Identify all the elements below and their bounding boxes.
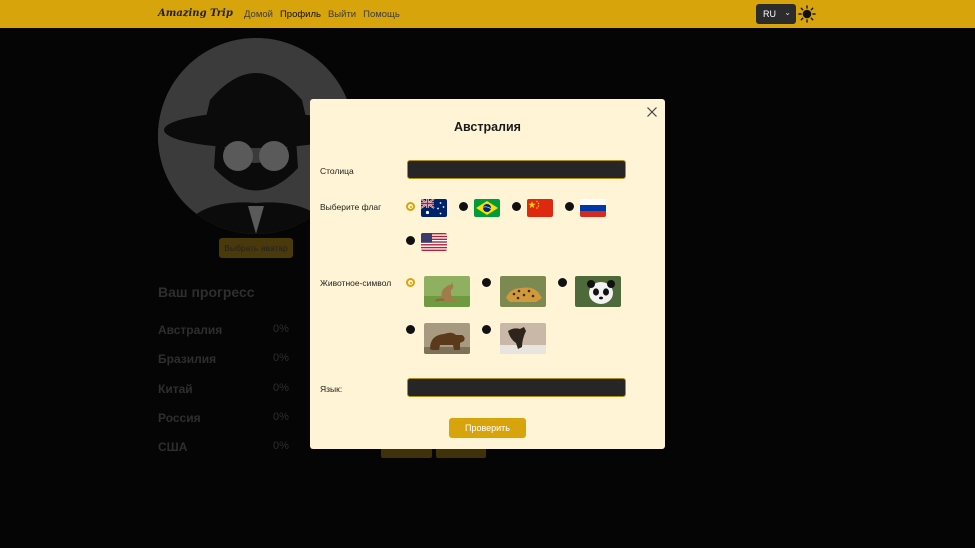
progress-percent: 0% xyxy=(273,352,289,364)
progress-country: Китай xyxy=(158,382,193,396)
language-value: RU xyxy=(763,9,776,19)
progress-country: США xyxy=(158,440,188,454)
animal-radio-kangaroo[interactable] xyxy=(406,278,415,287)
progress-row: Китай 0% xyxy=(158,382,298,396)
flag-radio-brazil[interactable] xyxy=(459,202,468,211)
progress-country: Россия xyxy=(158,411,201,425)
animal-radio-eagle[interactable] xyxy=(482,325,491,334)
brazil-flag-icon[interactable] xyxy=(474,199,500,217)
quiz-modal: Австралия Столица Выберите флаг Животное… xyxy=(310,99,665,449)
brown-bear-image[interactable] xyxy=(424,323,470,354)
language-input[interactable] xyxy=(407,378,626,397)
progress-title: Ваш прогресс xyxy=(158,284,255,300)
capital-input[interactable] xyxy=(407,160,626,179)
sun-icon[interactable] xyxy=(798,5,816,23)
modal-title: Австралия xyxy=(454,120,521,134)
progress-country: Бразилия xyxy=(158,352,217,366)
russia-flag-icon[interactable] xyxy=(580,199,606,217)
animal-radio-panda[interactable] xyxy=(558,278,567,287)
nav-link-home[interactable]: Домой xyxy=(244,9,273,20)
eagle-image[interactable] xyxy=(500,323,546,354)
progress-percent: 0% xyxy=(273,323,289,335)
progress-percent: 0% xyxy=(273,382,289,394)
progress-row: США 0% xyxy=(158,440,298,454)
flag-label: Выберите флаг xyxy=(320,202,382,212)
usa-flag-icon[interactable] xyxy=(421,233,447,251)
panda-image[interactable] xyxy=(575,276,621,307)
jaguar-image[interactable] xyxy=(500,276,546,307)
progress-country: Австралия xyxy=(158,323,223,337)
flag-radio-russia[interactable] xyxy=(565,202,574,211)
capital-label: Столица xyxy=(320,166,354,176)
top-navbar: Amazing Trip Домой Профиль Выйти Помощь … xyxy=(0,0,975,28)
progress-row: Австралия 0% xyxy=(158,323,298,337)
language-label: Язык: xyxy=(320,384,343,394)
australia-flag-icon[interactable] xyxy=(421,199,447,217)
animal-radio-jaguar[interactable] xyxy=(482,278,491,287)
progress-row: Бразилия 0% xyxy=(158,352,298,366)
animal-radio-bear[interactable] xyxy=(406,325,415,334)
nav-link-help[interactable]: Помощь xyxy=(363,9,400,20)
nav-links: Домой Профиль Выйти Помощь xyxy=(244,9,400,20)
progress-percent: 0% xyxy=(273,440,289,452)
nav-link-profile[interactable]: Профиль xyxy=(280,9,321,20)
choose-avatar-button: Выбрать аватар xyxy=(219,238,293,258)
china-flag-icon[interactable] xyxy=(527,199,553,217)
chevron-down-icon: ⌄ xyxy=(784,8,791,17)
flag-radio-china[interactable] xyxy=(512,202,521,211)
flag-radio-australia[interactable] xyxy=(406,202,415,211)
kangaroo-image[interactable] xyxy=(424,276,470,307)
flag-radio-usa[interactable] xyxy=(406,236,415,245)
nav-link-logout[interactable]: Выйти xyxy=(328,9,356,20)
animal-label: Животное-символ xyxy=(320,278,392,288)
close-icon[interactable] xyxy=(646,106,658,118)
check-button[interactable]: Проверить xyxy=(449,418,526,438)
app-logo[interactable]: Amazing Trip xyxy=(158,8,233,19)
progress-row: Россия 0% xyxy=(158,411,298,425)
progress-percent: 0% xyxy=(273,411,289,423)
language-select[interactable]: RU ⌄ xyxy=(756,4,796,24)
